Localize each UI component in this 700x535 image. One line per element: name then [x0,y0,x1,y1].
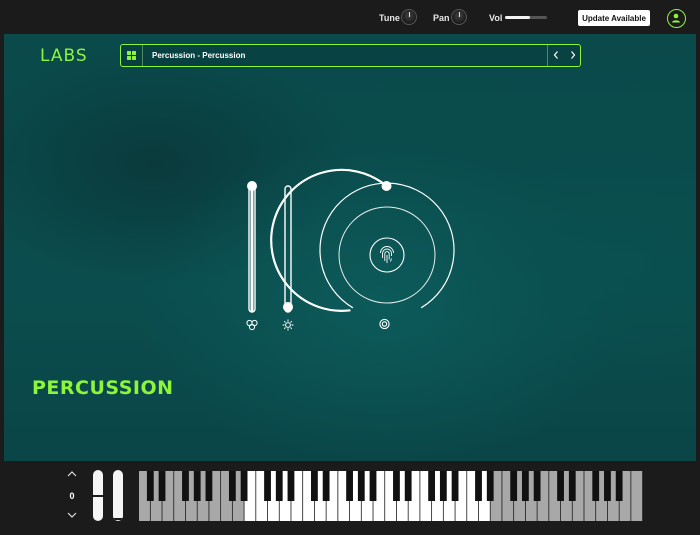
black-key[interactable] [311,471,318,501]
knob-value-arc [270,168,387,312]
app-window: Tune Pan Vol Update Available LABS Percu… [0,0,700,535]
pitch-wheel-marker [93,494,103,497]
black-key[interactable] [557,471,564,501]
slider-1-thumb[interactable] [247,181,257,191]
slider-2-thumb[interactable] [283,302,293,312]
product-name: PERCUSSION [32,377,174,399]
black-key[interactable] [369,471,377,501]
black-key[interactable] [228,471,236,501]
black-key[interactable] [264,471,271,501]
black-key[interactable] [439,471,447,501]
slider-2[interactable] [283,185,293,313]
sun-icon [282,319,294,331]
pan-label: Pan [433,13,450,23]
mod-wheel[interactable] [113,470,123,521]
black-key[interactable] [521,471,529,501]
octave-value: 0 [69,491,75,501]
black-key[interactable] [275,471,283,501]
volume-fill [505,16,531,19]
user-icon [672,13,680,23]
black-key[interactable] [158,471,166,501]
instrument-panel: LABS Percussion - Percussion PERCUSSION [4,34,696,461]
white-key[interactable] [631,471,643,521]
keyboard-area: 0 [0,461,700,535]
black-key[interactable] [146,471,154,501]
octave-up-button[interactable] [66,469,78,481]
update-available-button[interactable]: Update Available [578,10,650,26]
chevron-down-icon [67,512,77,518]
black-key[interactable] [346,471,353,501]
piano-keyboard[interactable] [139,471,643,521]
black-key[interactable] [357,471,365,501]
black-key[interactable] [182,471,189,501]
black-key[interactable] [240,471,248,501]
black-key[interactable] [193,471,201,501]
slider-1[interactable] [247,181,257,313]
tune-knob[interactable] [401,9,417,25]
black-key[interactable] [475,471,482,501]
black-key[interactable] [592,471,600,501]
black-key[interactable] [604,471,611,501]
pitch-wheel[interactable] [93,470,103,521]
fingerprint-icon [380,246,394,263]
vol-label: Vol [489,13,503,23]
pan-knob[interactable] [451,9,467,25]
black-key[interactable] [568,471,576,501]
tune-label: Tune [379,13,400,23]
volume-slider[interactable] [505,16,547,19]
black-key[interactable] [486,471,494,501]
black-key[interactable] [510,471,518,501]
black-key[interactable] [205,471,213,501]
black-key[interactable] [533,471,541,501]
target-icon[interactable] [379,318,390,330]
black-key[interactable] [404,471,412,501]
user-account-button[interactable] [667,9,686,28]
black-key[interactable] [428,471,436,501]
knob-thumb[interactable] [381,181,392,191]
black-key[interactable] [322,471,330,501]
main-knob[interactable] [270,168,455,312]
chevron-up-icon [67,471,77,477]
top-bar: Tune Pan Vol Update Available [0,0,700,34]
black-key[interactable] [393,471,400,501]
circles-icon [246,319,258,331]
octave-down-button[interactable] [66,510,78,522]
mod-wheel-marker [113,518,123,520]
black-key[interactable] [451,471,459,501]
black-key[interactable] [287,471,295,501]
black-key[interactable] [615,471,623,501]
